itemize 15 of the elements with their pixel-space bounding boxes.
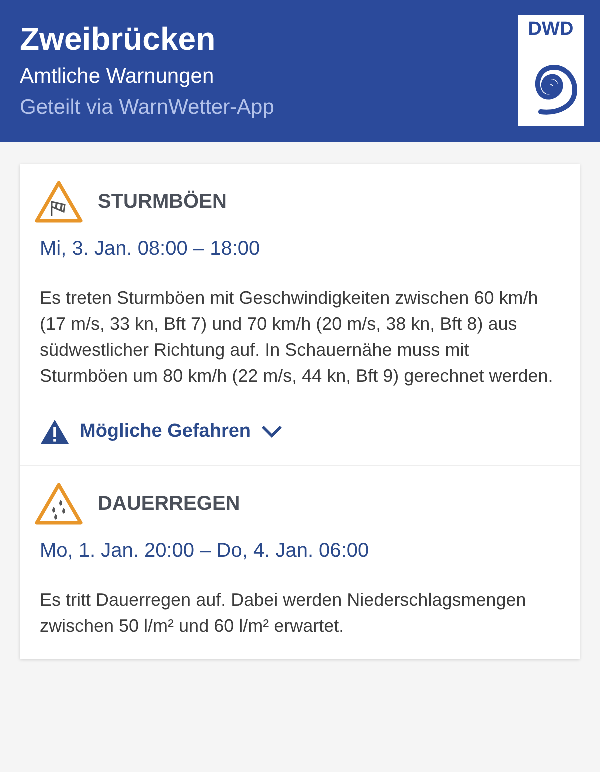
warning-text: Es treten Sturmböen mit Geschwindigkeiten zwischen 60 km/h (17 m/s, 33 kn, Bft 7) und 70 km/h (20 m/s, 38 kn, Bft 8) aus südwestlicher Richtung auf. In Schauernähe muss mit Sturmböen um 80 km/h (22 m/s, 44 kn, Bft 9) gerechnet werden. [39,287,554,388]
raindrops-warning-icon [34,482,84,526]
warning-text: Es tritt Dauerregen auf. Dabei werden Niederschlagsmengen zwischen 50 l/m² und 60 l/m² erwartet. [39,589,528,638]
dangers-toggle[interactable]: Mögliche Gefahren [40,419,284,445]
windsock-warning-icon [34,180,84,224]
warning-period: Mo, 1. Jan. 20:00 – Do, 4. Jan. 06:00 [39,540,370,563]
warning-icon [40,419,70,445]
warning-title: DAUERREGEN [98,492,240,516]
warning-period: Mi, 3. Jan. 08:00 – 18:00 [39,238,262,261]
chevron-icon [261,425,284,439]
subtitle: Amtliche Warnungen [20,64,216,90]
logo-text: DWD [528,20,574,40]
city-title: Zweibrücken [20,20,217,59]
shared-note: Geteilt via WarnWetter-App [20,95,274,121]
warning-title: STURMBÖEN [98,190,227,214]
